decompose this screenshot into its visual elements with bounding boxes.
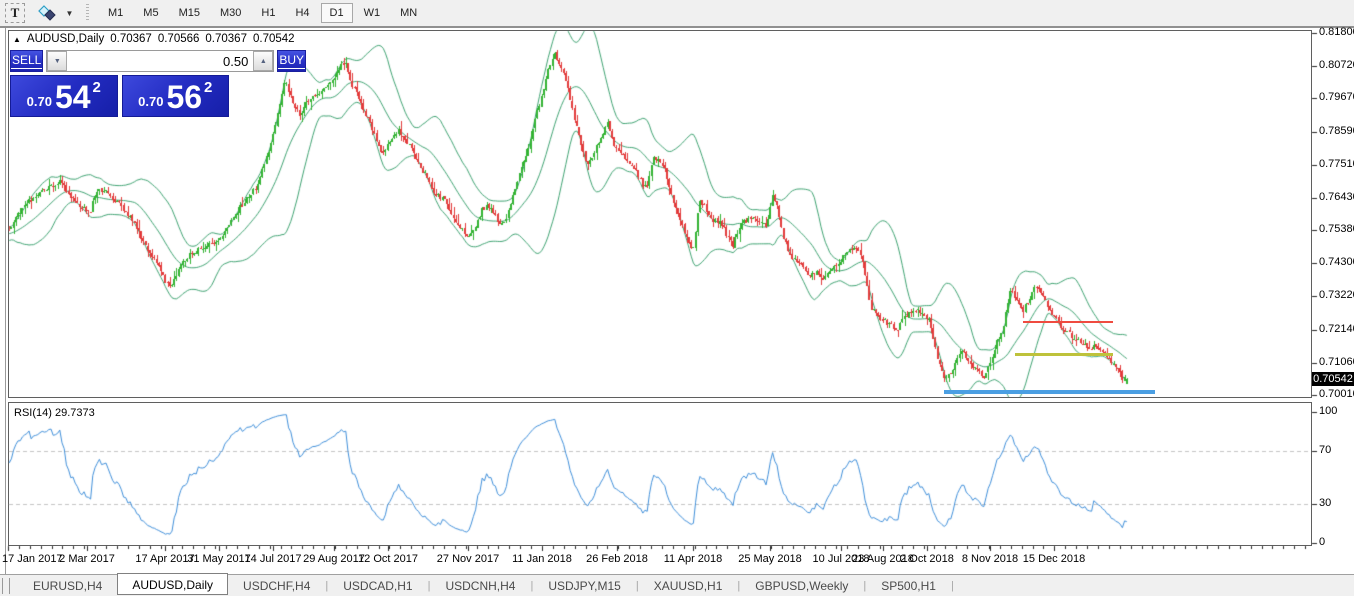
mt4-window: T ▼ M1M5M15M30H1H4D1W1MN ▲ AUDUSD,Daily … [0,0,1354,596]
price-axis-label: 0.71060 [1319,356,1354,368]
chart-tab-bar: EURUSD,H4AUDUSD,DailyUSDCHF,H4 | USDCAD,H1… [0,574,1354,596]
price-axis-label: 0.76430 [1319,191,1354,203]
price-axis-label: 0.78590 [1319,125,1354,137]
timeframe-button-h1[interactable]: H1 [252,3,284,23]
buy-price-prefix: 0.70 [138,94,163,109]
tab-scroll-gutter[interactable] [2,578,10,594]
timeframe-button-m1[interactable]: M1 [99,3,132,23]
rsi-axis-label: 30 [1319,497,1331,509]
price-axis-label: 0.77510 [1319,158,1354,170]
ohlc-open: 0.70367 [110,33,152,45]
buy-button-label: BUY [278,53,305,69]
chart-title: ▲ AUDUSD,Daily 0.70367 0.70566 0.70367 0… [13,33,295,45]
ohlc-high: 0.70566 [158,33,200,45]
price-axis-label: 0.70010 [1319,388,1354,400]
chart-tab-audusd[interactable]: AUDUSD,Daily [117,573,228,595]
price-axis-label: 0.72140 [1319,323,1354,335]
date-axis-label: 2 Oct 2018 [900,553,954,565]
date-axis-label: 29 Aug 2017 [303,553,365,565]
date-axis-label: 17 Jan 2017 [2,553,63,565]
chart-tab-usdcnh[interactable]: USDCNH,H4 [430,576,530,596]
text-label-tool-button[interactable]: T [5,3,25,23]
chevron-down-icon: ▼ [66,9,74,18]
chart-tab-usdchf[interactable]: USDCHF,H4 [228,576,325,596]
price-axis-label: 0.79670 [1319,91,1354,103]
buy-price-big: 56 [166,78,202,116]
price-axis-label: 0.80720 [1319,59,1354,71]
date-axis-label: 14 Jul 2017 [245,553,302,565]
timeframe-button-m30[interactable]: M30 [211,3,250,23]
support-line[interactable] [944,390,1155,394]
timeframe-button-h4[interactable]: H4 [286,3,318,23]
window-frame-left [5,28,6,574]
timeframe-button-m5[interactable]: M5 [134,3,167,23]
toolbar-drag-handle[interactable] [86,4,89,22]
objects-arrows-icon [38,5,56,21]
chart-tab-usdcad[interactable]: USDCAD,H1 [328,576,427,596]
collapse-quotes-icon[interactable]: ▲ [13,35,21,44]
buy-button[interactable]: BUY [277,50,306,72]
chart-tab-sp500[interactable]: SP500,H1 [866,576,951,596]
objects-dropdown-caret[interactable]: ▼ [59,3,79,23]
date-axis-label: 25 May 2018 [738,553,802,565]
sell-price-button[interactable]: 0.70 54 2 [10,75,118,117]
sell-price-prefix: 0.70 [27,94,52,109]
drawing-objects-icon[interactable] [35,3,59,23]
resistance-line[interactable] [1023,321,1113,323]
chart-tab-eurusd[interactable]: EURUSD,H4 [18,576,117,596]
buy-price-button[interactable]: 0.70 56 2 [122,75,230,117]
date-axis-label: 17 Apr 2017 [135,553,194,565]
timeframe-button-mn[interactable]: MN [391,3,426,23]
rsi-pane[interactable] [8,402,1312,546]
rsi-axis-label: 70 [1319,444,1331,456]
chart-tab-usdjpy[interactable]: USDJPY,M15 [533,576,635,596]
sell-button-label: SELL [11,53,42,69]
rsi-indicator-label: RSI(14) 29.7373 [14,407,95,419]
price-axis-label: 0.75380 [1319,223,1354,235]
date-axis-label: 27 Nov 2017 [437,553,499,565]
current-price-badge: 0.70542 [1312,372,1354,386]
volume-decrease-button[interactable]: ▼ [47,51,67,71]
chart-window: ▲ AUDUSD,Daily 0.70367 0.70566 0.70367 0… [0,26,1354,574]
volume-control: ▼ ▲ [46,50,274,72]
price-axis-label: 0.73220 [1319,289,1354,301]
top-toolbar: T ▼ M1M5M15M30H1H4D1W1MN [0,0,1354,26]
date-axis-label: 11 Apr 2018 [664,553,723,565]
tab-separator: | [951,580,954,592]
date-axis-label: 11 Jan 2018 [512,553,572,565]
ohlc-low: 0.70367 [205,33,247,45]
chart-symbol-label: AUDUSD,Daily [27,33,104,45]
window-frame-top [0,26,1354,28]
sell-price-pipette: 2 [93,79,101,96]
buy-price-pipette: 2 [204,79,212,96]
volume-increase-button[interactable]: ▲ [253,51,273,71]
date-axis-label: 8 Nov 2018 [962,553,1018,565]
timeframe-button-m15[interactable]: M15 [170,3,209,23]
timeframe-button-w1[interactable]: W1 [355,3,390,23]
price-axis-label: 0.81800 [1319,26,1354,38]
sell-button[interactable]: SELL [10,50,43,72]
one-click-trading-panel: SELL ▼ ▲ BUY 0.70 54 2 0.70 [10,50,229,117]
chart-tab-gbpusd[interactable]: GBPUSD,Weekly [740,576,863,596]
mid-support-line[interactable] [1015,353,1113,356]
date-axis-label: 31 May 2017 [187,553,251,565]
timeframe-button-d1[interactable]: D1 [321,3,353,23]
ohlc-close: 0.70542 [253,33,295,45]
sell-price-big: 54 [55,78,91,116]
date-axis-label: 2 Mar 2017 [59,553,115,565]
chart-tab-xauusd[interactable]: XAUUSD,H1 [639,576,738,596]
date-axis-label: 15 Dec 2018 [1023,553,1085,565]
date-axis-label: 12 Oct 2017 [358,553,418,565]
rsi-axis-label: 0 [1319,536,1325,548]
date-axis-label: 26 Feb 2018 [586,553,648,565]
price-axis-label: 0.74300 [1319,256,1354,268]
timeframe-button-group: M1M5M15M30H1H4D1W1MN [98,3,427,23]
volume-input[interactable] [67,51,253,71]
rsi-axis-label: 100 [1319,405,1337,417]
